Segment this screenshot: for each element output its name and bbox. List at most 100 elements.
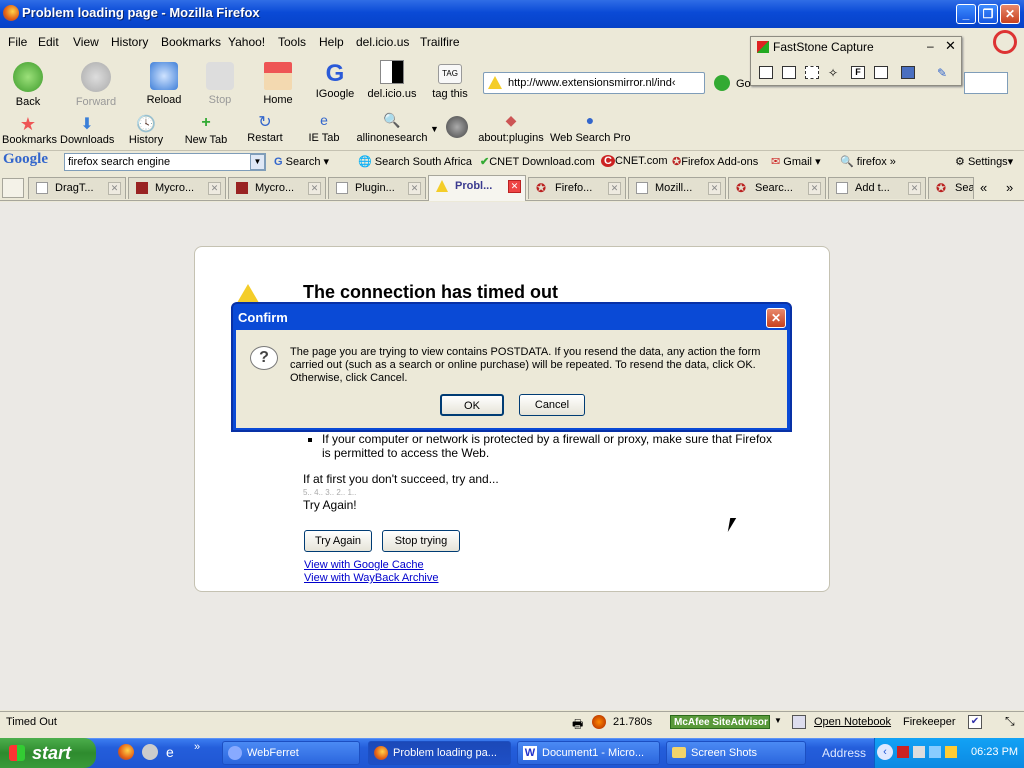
bookmarks-button[interactable]: ★ Bookmarks xyxy=(2,114,57,146)
quicklaunch-firefox-icon[interactable] xyxy=(118,744,134,760)
back-button[interactable]: Back xyxy=(8,62,48,108)
mcafee-dropdown-icon[interactable]: ▼ xyxy=(774,716,782,725)
tab-close-icon[interactable]: ✕ xyxy=(108,182,121,195)
google-search-input[interactable]: firefox search engine xyxy=(64,153,266,171)
tab-close-icon[interactable]: ✕ xyxy=(408,182,421,195)
menu-delicious[interactable]: del.icio.us xyxy=(356,35,409,49)
cancel-button[interactable]: Cancel xyxy=(519,394,585,416)
faststone-close[interactable]: ✕ xyxy=(945,38,956,54)
history-button[interactable]: 🕓 History xyxy=(126,114,166,146)
menu-file[interactable]: File xyxy=(8,35,27,49)
search-south-africa-link[interactable]: 🌐 Search South Africa xyxy=(358,155,472,168)
firekeeper-check-icon[interactable]: ✔ xyxy=(968,715,982,729)
go-arrow-icon[interactable] xyxy=(714,75,730,91)
more-chevron[interactable]: » xyxy=(890,156,896,168)
taskbar-word[interactable]: W Document1 - Micro... xyxy=(517,741,660,765)
minimize-button[interactable]: _ xyxy=(956,4,976,24)
tab-close-icon[interactable]: ✕ xyxy=(608,182,621,195)
start-button[interactable]: start xyxy=(0,738,96,768)
tray-expand-icon[interactable]: ‹ xyxy=(877,744,893,760)
menu-help[interactable]: Help xyxy=(319,35,344,49)
address-toolbar-label[interactable]: Address xyxy=(822,746,866,760)
firekeeper-label[interactable]: Firekeeper xyxy=(903,716,956,728)
restart-button[interactable]: ↻ Restart xyxy=(244,112,286,144)
google-search-button[interactable]: G Search ▾ xyxy=(274,155,329,168)
menu-bookmarks[interactable]: Bookmarks xyxy=(161,35,221,49)
taskbar-screen-shots[interactable]: Screen Shots xyxy=(666,741,806,765)
tab-dragt[interactable]: DragT... ✕ xyxy=(28,177,126,199)
cnet-download-link[interactable]: ✔CNET Download.com xyxy=(480,155,595,168)
tab-close-icon[interactable]: ✕ xyxy=(808,182,821,195)
downloads-button[interactable]: ⬇ Downloads xyxy=(60,114,114,146)
firefox-addons-link[interactable]: ✪Firefox Add-ons xyxy=(672,155,758,168)
quicklaunch-more-icon[interactable]: » xyxy=(194,741,200,753)
firefox-search-link[interactable]: 🔍 firefox » xyxy=(840,155,896,168)
google-cache-link[interactable]: View with Google Cache xyxy=(304,559,424,571)
tag-this-button[interactable]: TAG tag this xyxy=(428,64,472,100)
allinonesearch-dropdown-icon[interactable]: ▼ xyxy=(430,124,439,134)
tab-sea[interactable]: ✪ Sea xyxy=(928,177,974,199)
tab-scroll-left[interactable]: « xyxy=(980,180,987,195)
google-logo[interactable]: Google xyxy=(3,151,48,168)
tray-icon-3[interactable] xyxy=(929,746,941,758)
tab-problem-active[interactable]: Probl... ✕ xyxy=(428,175,526,201)
menu-trailfire[interactable]: Trailfire xyxy=(420,35,460,49)
home-button[interactable]: Home xyxy=(258,62,298,106)
mcafee-siteadvisor[interactable]: McAfee SiteAdvisor xyxy=(670,715,770,729)
tab-close-icon[interactable]: ✕ xyxy=(308,182,321,195)
forward-button[interactable]: Forward xyxy=(72,62,120,108)
go-label[interactable]: Go xyxy=(736,78,751,90)
url-bar[interactable]: http://www.extensionsmirror.nl/ind‹ xyxy=(483,72,705,94)
delicious-button[interactable]: del.icio.us xyxy=(366,60,418,100)
tab-mycro-2[interactable]: Mycro... ✕ xyxy=(228,177,326,199)
tab-mycro-1[interactable]: Mycro... ✕ xyxy=(128,177,226,199)
tab-scroll-right[interactable]: » xyxy=(1006,180,1013,195)
menu-yahoo[interactable]: Yahoo! xyxy=(228,35,265,49)
allinonesearch-button[interactable]: 🔍 allinonesearch xyxy=(356,112,428,144)
taskbar-webferret[interactable]: WebFerret xyxy=(222,741,360,765)
reload-button[interactable]: Reload xyxy=(144,62,184,106)
menu-edit[interactable]: Edit xyxy=(38,35,59,49)
faststone-minimize[interactable]: – xyxy=(927,39,934,53)
restore-button[interactable]: ❐ xyxy=(978,4,998,24)
close-button[interactable]: ✕ xyxy=(1000,4,1020,24)
tray-icon-1[interactable] xyxy=(897,746,909,758)
tab-firefox[interactable]: ✪ Firefo... ✕ xyxy=(528,177,626,199)
tab-mozilla[interactable]: Mozill... ✕ xyxy=(628,177,726,199)
igoogle-button[interactable]: G IGoogle xyxy=(313,60,357,100)
tab-plugin[interactable]: Plugin... ✕ xyxy=(328,177,426,199)
fasterfox-icon[interactable] xyxy=(592,715,606,729)
tab-add[interactable]: Add t... ✕ xyxy=(828,177,926,199)
tray-icon-2[interactable] xyxy=(913,746,925,758)
menu-history[interactable]: History xyxy=(111,35,148,49)
gmail-link[interactable]: ✉ Gmail ▾ xyxy=(771,155,821,168)
open-notebook-link[interactable]: Open Notebook xyxy=(814,716,891,728)
quicklaunch-ie-icon[interactable]: e xyxy=(166,744,182,760)
menu-tools[interactable]: Tools xyxy=(278,35,306,49)
ok-button[interactable]: OK xyxy=(440,394,504,416)
new-tab-button[interactable]: + New Tab xyxy=(182,114,230,146)
dialog-close-button[interactable]: ✕ xyxy=(766,308,786,328)
title-bar[interactable]: Problem loading page - Mozilla Firefox _… xyxy=(0,0,1024,28)
taskbar-firefox[interactable]: Problem loading pa... xyxy=(368,741,511,765)
wayback-archive-link[interactable]: View with WayBack Archive xyxy=(304,572,439,584)
tab-search[interactable]: ✪ Searc... ✕ xyxy=(728,177,826,199)
stop-button[interactable]: Stop xyxy=(202,62,238,106)
try-again-button[interactable]: Try Again xyxy=(304,530,372,552)
search-history-dropdown[interactable]: ▼ xyxy=(250,154,265,170)
new-tab-icon[interactable] xyxy=(2,178,24,198)
ie-tab-button[interactable]: e IE Tab xyxy=(304,112,344,144)
menu-view[interactable]: View xyxy=(73,35,99,49)
tab-close-icon[interactable]: ✕ xyxy=(708,182,721,195)
sphere-icon[interactable] xyxy=(446,116,468,138)
tab-close-icon[interactable]: ✕ xyxy=(508,180,521,193)
resize-grip-icon[interactable]: ⤡ xyxy=(1005,714,1015,729)
tab-close-icon[interactable]: ✕ xyxy=(208,182,221,195)
cnet-link[interactable]: C CNET.com xyxy=(601,155,668,167)
tray-icon-4[interactable] xyxy=(945,746,957,758)
tab-close-icon[interactable]: ✕ xyxy=(908,182,921,195)
quicklaunch-icon[interactable] xyxy=(142,744,158,760)
settings-button[interactable]: ⚙ Settings▾ xyxy=(955,155,1013,168)
stop-trying-button[interactable]: Stop trying xyxy=(382,530,460,552)
toolbar-search-input[interactable] xyxy=(964,72,1008,94)
